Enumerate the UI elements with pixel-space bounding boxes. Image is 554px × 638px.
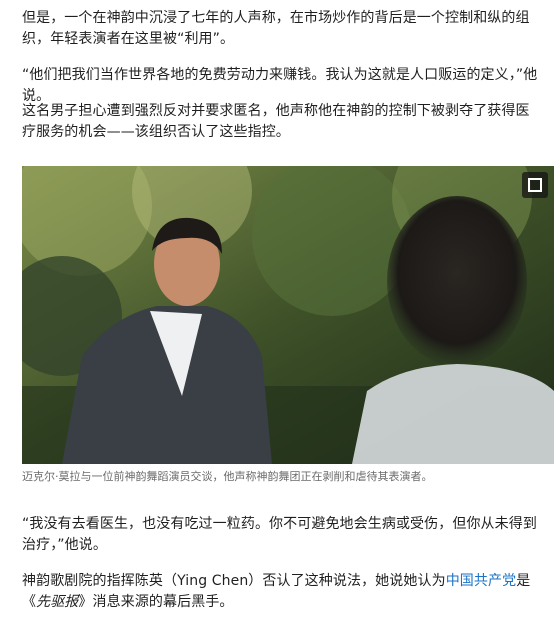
interview-video-frame [22,166,554,464]
paragraph-text: 神韵歌剧院的指挥陈英（Ying Chen）否认了这种说法，她说她认为 [22,573,446,589]
fullscreen-icon[interactable] [522,172,548,198]
paragraph-text: 》消息来源的幕后黑手。 [78,594,234,610]
video-player[interactable] [22,166,554,464]
herald-title: 先驱报 [36,594,79,610]
article-paragraph-1: 但是，一个在神韵中沉浸了七年的人声称，在市场炒作的背后是一个控制和纵的组织，年轻… [22,10,530,47]
ccp-link[interactable]: 中国共产党 [446,573,517,589]
article-body: 但是，一个在神韵中沉浸了七年的人声称，在市场炒作的背后是一个控制和纵的组织，年轻… [0,0,554,638]
article-paragraph-4: “我没有去看医生，也没有吃过一粒药。你不可避免地会生病或受伤，但你从未得到治疗，… [22,516,537,553]
article-paragraph-5: 神韵歌剧院的指挥陈英（Ying Chen）否认了这种说法，她说她认为中国共产党是… [22,571,542,613]
article-paragraph-3: 这名男子担心遭到强烈反对并要求匿名，他声称他在神韵的控制下被剥夺了获得医疗服务的… [22,103,530,140]
image-caption: 迈克尔·莫拉与一位前神韵舞蹈演员交谈，他声称神韵舞团正在剥削和虐待其表演者。 [22,470,433,483]
